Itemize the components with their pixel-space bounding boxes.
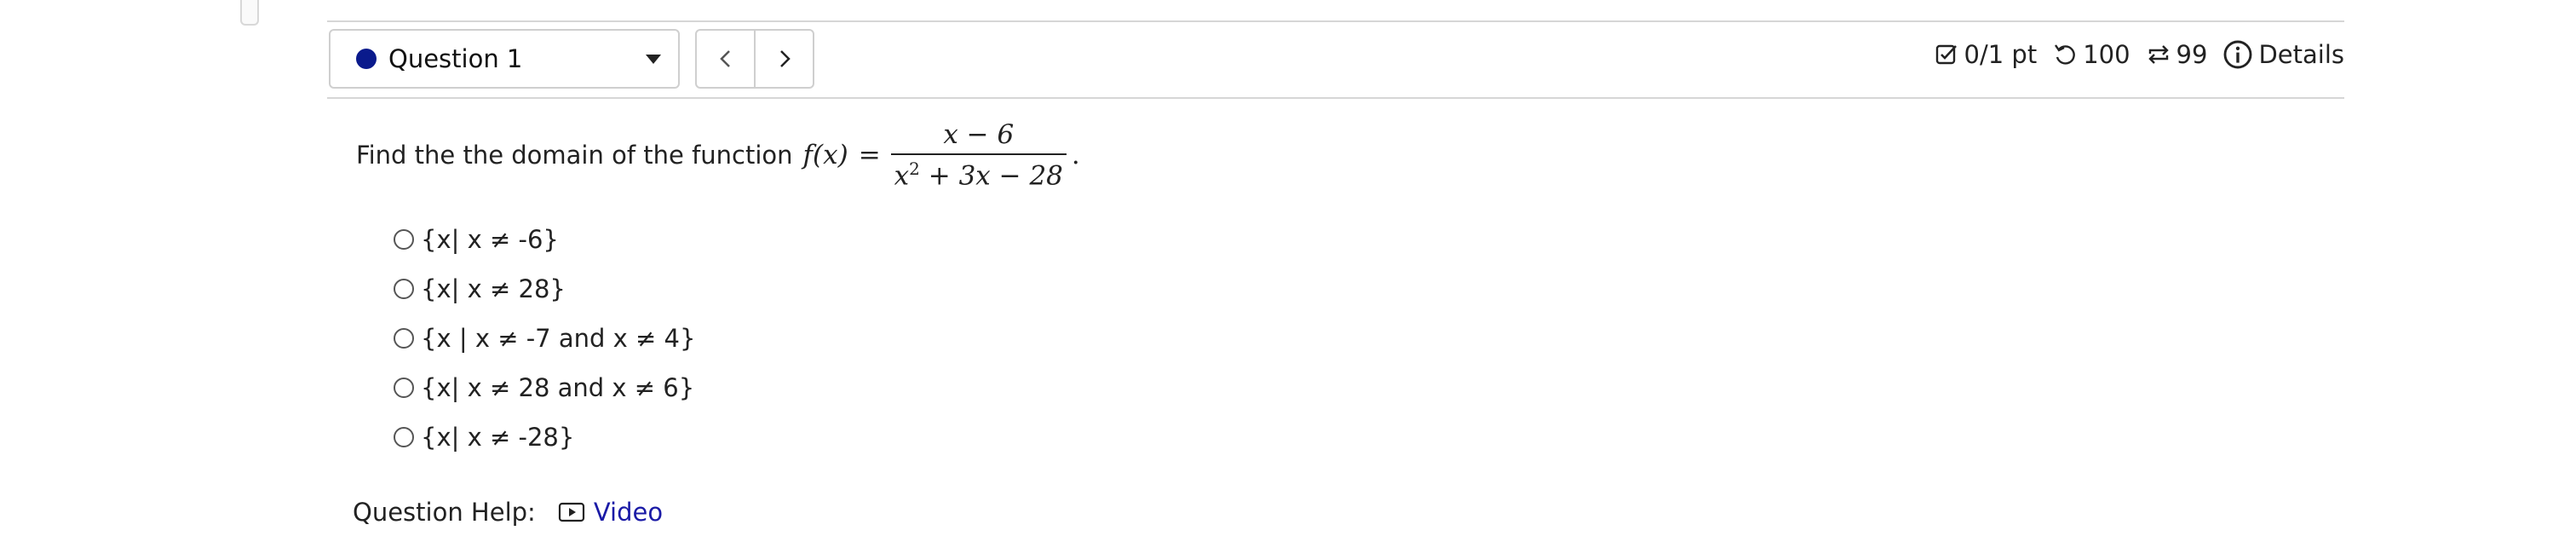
top-divider [327, 20, 2344, 22]
undo-icon [2055, 44, 2076, 65]
points-indicator: 0/1 pt [1934, 40, 2038, 69]
chevron-right-icon [779, 50, 791, 67]
equals-sign: = [858, 140, 881, 171]
question-status-dot [356, 49, 377, 69]
video-help-link[interactable]: Video [558, 498, 663, 527]
chevron-left-icon [719, 50, 730, 67]
answer-option[interactable]: {x| x ≠ 28} [394, 264, 695, 314]
points-text: 0/1 pt [1964, 40, 2038, 69]
option-label: {x| x ≠ -28} [421, 423, 575, 452]
answer-option[interactable]: {x| x ≠ 28 and x ≠ 6} [394, 363, 695, 412]
retries-text: 100 [2083, 40, 2130, 69]
next-question-button[interactable] [754, 31, 813, 87]
question-nav [695, 29, 814, 89]
fraction: x − 6 x2 + 3x − 28 [890, 119, 1067, 191]
radio-button[interactable] [394, 328, 414, 349]
radio-button[interactable] [394, 427, 414, 447]
radio-button[interactable] [394, 279, 414, 299]
question-period: . [1071, 140, 1080, 171]
repeat-icon [2148, 45, 2169, 64]
answer-option[interactable]: {x| x ≠ -6} [394, 215, 695, 264]
answer-options: {x| x ≠ -6} {x| x ≠ 28} {x | x ≠ -7 and … [394, 215, 695, 462]
option-label: {x| x ≠ 28} [421, 274, 566, 303]
denominator-rest: + 3x − 28 [919, 160, 1063, 192]
question-help: Question Help: Video [353, 498, 663, 527]
video-icon [558, 502, 584, 522]
answer-option[interactable]: {x| x ≠ -28} [394, 412, 695, 462]
page: Question 1 0/1 pt 100 99 Details Find th… [0, 0, 2576, 542]
option-label: {x| x ≠ -6} [421, 225, 559, 254]
header-divider [327, 97, 2344, 99]
side-tab-handle[interactable] [240, 0, 259, 26]
answer-option[interactable]: {x | x ≠ -7 and x ≠ 4} [394, 314, 695, 363]
previous-question-button[interactable] [697, 31, 754, 87]
denominator-lead: x [894, 160, 910, 192]
caret-down-icon [646, 55, 661, 64]
attempts-text: 99 [2176, 40, 2208, 69]
question-meta: 0/1 pt 100 99 Details [1934, 39, 2344, 70]
details-button[interactable]: Details [2222, 39, 2344, 70]
question-help-label: Question Help: [353, 498, 536, 527]
details-label: Details [2258, 40, 2344, 69]
function-expression: f(x) = x − 6 x2 + 3x − 28 . [803, 119, 1080, 191]
checkbox-icon [1935, 44, 1957, 65]
fraction-denominator: x2 + 3x − 28 [891, 155, 1067, 191]
question-text: Find the the domain of the function f(x)… [356, 119, 1080, 191]
option-label: {x | x ≠ -7 and x ≠ 4} [421, 324, 696, 353]
radio-button[interactable] [394, 378, 414, 398]
question-select-label: Question 1 [388, 44, 523, 73]
question-select-dropdown[interactable]: Question 1 [329, 29, 680, 89]
attempts-indicator: 99 [2146, 40, 2208, 69]
denominator-exponent: 2 [909, 159, 920, 179]
info-icon [2224, 40, 2252, 69]
radio-button[interactable] [394, 229, 414, 250]
question-prompt: Find the the domain of the function [356, 141, 793, 170]
retries-indicator: 100 [2052, 40, 2130, 69]
option-label: {x| x ≠ 28 and x ≠ 6} [421, 373, 695, 402]
video-link-label: Video [593, 498, 664, 527]
fraction-numerator: x − 6 [943, 119, 1015, 150]
function-name: f(x) [802, 140, 848, 171]
